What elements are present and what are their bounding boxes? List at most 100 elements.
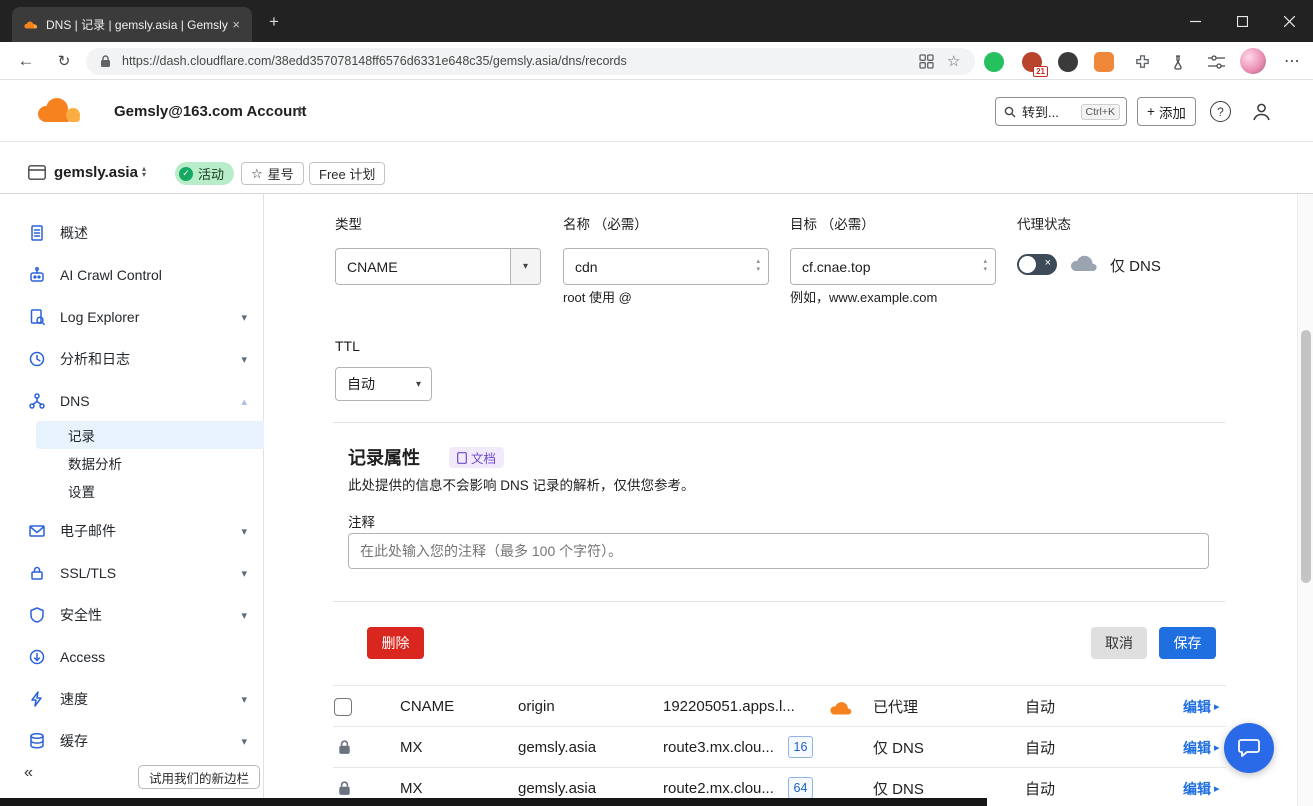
scrollbar-track[interactable]: [1297, 194, 1313, 806]
cancel-button[interactable]: 取消: [1091, 627, 1147, 659]
edit-record-link[interactable]: 编辑▸: [1183, 727, 1220, 768]
tab-close-icon[interactable]: ×: [228, 17, 244, 32]
sidebar-collapse-button[interactable]: «: [24, 764, 33, 782]
back-button[interactable]: ←: [12, 48, 40, 74]
star-site-button[interactable]: ☆ 星号: [241, 162, 304, 185]
record-name: origin: [518, 686, 555, 727]
record-content: 192205051.apps.l...: [663, 686, 795, 727]
browser-titlebar: DNS | 记录 | gemsly.asia | Gemsly × +: [0, 0, 1313, 42]
sidebar-item-log-explorer[interactable]: Log Explorer ▾: [0, 296, 263, 338]
user-icon[interactable]: [1251, 101, 1272, 122]
domain-selector-icon[interactable]: ▴▾: [142, 166, 146, 178]
sidebar-item-access[interactable]: Access: [0, 636, 263, 678]
extensions-puzzle-icon[interactable]: [1130, 50, 1154, 74]
browser-tab[interactable]: DNS | 记录 | gemsly.asia | Gemsly ×: [12, 7, 252, 42]
save-button[interactable]: 保存: [1159, 627, 1216, 659]
triangle-right-icon: ▸: [1214, 700, 1220, 713]
cloudflare-logo[interactable]: [30, 96, 84, 124]
record-proxy-status: 已代理: [873, 686, 918, 727]
sidebar-item-email[interactable]: 电子邮件 ▾: [0, 510, 263, 552]
name-helper: root 使用 @: [563, 287, 632, 306]
whatsapp-extension-icon[interactable]: [982, 50, 1006, 74]
delete-button[interactable]: 删除: [367, 627, 424, 659]
split-screen-icon[interactable]: [919, 54, 934, 69]
comment-field[interactable]: [348, 533, 1209, 569]
sidebar-item-speed[interactable]: 速度 ▾: [0, 678, 263, 720]
help-button[interactable]: ?: [1210, 101, 1231, 122]
lightning-icon: [28, 690, 46, 708]
edit-record-link[interactable]: 编辑▸: [1183, 686, 1220, 727]
sidebar-subitem-settings[interactable]: 设置: [36, 477, 264, 505]
sidebar-item-ssl-tls[interactable]: SSL/TLS ▾: [0, 552, 263, 594]
window-close-button[interactable]: [1266, 0, 1313, 42]
global-search-input[interactable]: 转到... Ctrl+K: [995, 97, 1127, 126]
site-window-icon: [28, 165, 46, 180]
adblock-extension-icon[interactable]: 21: [1020, 50, 1044, 74]
table-row: MX gemsly.asia route3.mx.clou... 16 仅 DN…: [333, 726, 1226, 767]
proxy-toggle[interactable]: ×: [1017, 254, 1057, 275]
extension-badge: 21: [1033, 66, 1048, 77]
sidebar-item-analytics-logs[interactable]: 分析和日志 ▾: [0, 338, 263, 380]
record-target-field[interactable]: ▴▾: [790, 248, 996, 285]
account-selector-icon[interactable]: ▴▾: [298, 105, 302, 117]
cloudflare-favicon: [22, 20, 38, 30]
triangle-right-icon: ▸: [1214, 782, 1220, 795]
record-name-input[interactable]: [563, 248, 769, 285]
record-name-field[interactable]: ▴▾: [563, 248, 769, 285]
chevron-down-icon: ▾: [241, 525, 247, 538]
flask-extension-icon[interactable]: [1166, 50, 1190, 74]
shield-icon: [28, 606, 46, 624]
sidebar-item-dns[interactable]: DNS ▴: [0, 380, 263, 422]
chat-support-button[interactable]: [1224, 723, 1274, 773]
ttl-select[interactable]: 自动 ▾: [335, 367, 432, 401]
sidebar-item-security[interactable]: 安全性 ▾: [0, 594, 263, 636]
settings-sliders-icon[interactable]: [1204, 50, 1228, 74]
docs-link-badge[interactable]: 文档: [449, 447, 504, 468]
clock-icon: [28, 350, 46, 368]
window-maximize-button[interactable]: [1219, 0, 1266, 42]
record-attributes-desc: 此处提供的信息不会影响 DNS 记录的解析，仅供您参考。: [348, 474, 695, 494]
proxied-cloud-icon: [825, 699, 857, 717]
bookmark-star-icon[interactable]: ☆: [947, 52, 960, 70]
dark-extension-icon[interactable]: [1056, 50, 1080, 74]
record-attributes-title: 记录属性: [348, 444, 420, 470]
tampermonkey-extension-icon[interactable]: [1092, 50, 1116, 74]
row-checkbox[interactable]: [334, 698, 352, 716]
log-search-icon: [28, 308, 46, 326]
sidebar-subitem-analytics[interactable]: 数据分析: [36, 449, 264, 477]
sidebar-item-cache[interactable]: 缓存 ▾: [0, 720, 263, 762]
address-bar[interactable]: https://dash.cloudflare.com/38edd3570781…: [86, 48, 975, 75]
refresh-button[interactable]: ↻: [50, 48, 78, 74]
sidebar-item-overview[interactable]: 概述: [0, 212, 263, 254]
https-lock-icon: [100, 55, 111, 68]
window-minimize-button[interactable]: [1172, 0, 1219, 42]
robot-icon: [28, 266, 46, 284]
plus-icon: +: [1147, 104, 1155, 119]
profile-avatar[interactable]: [1240, 48, 1266, 74]
chevron-down-icon: ▾: [241, 693, 247, 706]
browser-menu-icon[interactable]: ⋯: [1278, 48, 1306, 74]
scrollbar-thumb[interactable]: [1301, 330, 1311, 583]
search-icon: [1004, 106, 1016, 118]
try-new-sidebar-button[interactable]: 试用我们的新边栏: [138, 765, 260, 789]
url-text: https://dash.cloudflare.com/38edd3570781…: [122, 54, 627, 68]
browser-window: DNS | 记录 | gemsly.asia | Gemsly × + ← ↻ …: [0, 0, 1313, 806]
chevron-down-icon: ▾: [241, 735, 247, 748]
account-name: Gemsly@163.com Account: [114, 103, 306, 120]
record-ttl: 自动: [1025, 768, 1055, 806]
chevron-down-icon: ▾: [416, 379, 431, 390]
new-tab-button[interactable]: +: [262, 10, 286, 34]
add-button[interactable]: + 添加: [1137, 97, 1196, 126]
plan-badge[interactable]: Free 计划: [309, 162, 385, 185]
chevron-down-icon: ▾: [241, 311, 247, 324]
record-ttl: 自动: [1025, 727, 1055, 768]
mx-priority-badge: 16: [788, 736, 813, 758]
type-label: 类型: [335, 213, 362, 233]
sidebar-subitem-records[interactable]: 记录: [36, 421, 264, 449]
edit-record-link[interactable]: 编辑▸: [1183, 768, 1220, 806]
sidebar-item-ai-crawl-control[interactable]: AI Crawl Control: [0, 254, 263, 296]
search-shortcut: Ctrl+K: [1081, 104, 1120, 120]
comment-input[interactable]: [348, 533, 1209, 569]
record-target-input[interactable]: [790, 248, 996, 285]
record-type-select[interactable]: CNAME ▾: [335, 248, 541, 285]
